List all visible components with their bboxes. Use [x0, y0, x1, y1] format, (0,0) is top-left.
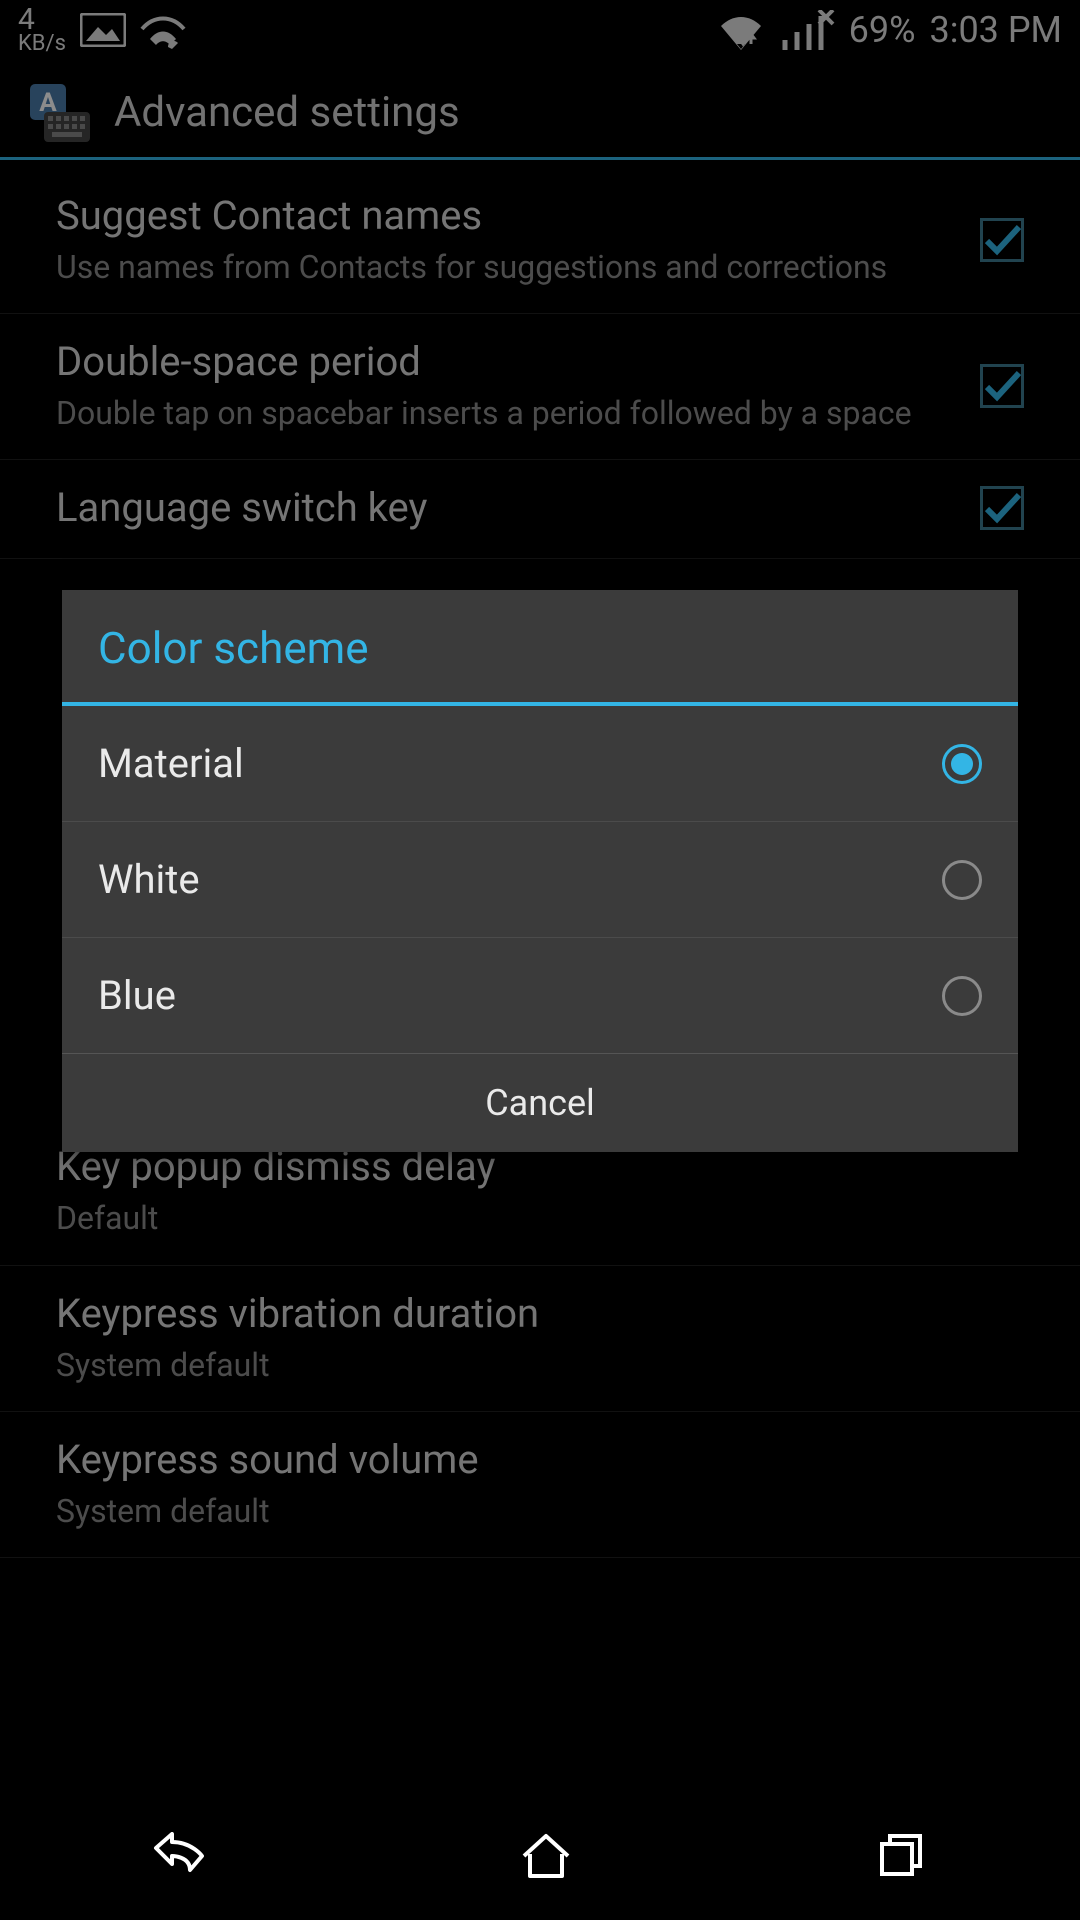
home-button[interactable]	[520, 1832, 572, 1880]
color-scheme-dialog: Color scheme Material White Blue Cancel	[62, 590, 1018, 1152]
option-white[interactable]: White	[62, 822, 1018, 938]
option-label: White	[98, 856, 200, 903]
dialog-options-list: Material White Blue	[62, 706, 1018, 1053]
option-label: Material	[98, 740, 244, 787]
dialog-button-bar: Cancel	[62, 1053, 1018, 1152]
option-blue[interactable]: Blue	[62, 938, 1018, 1053]
dialog-title: Color scheme	[62, 590, 1018, 702]
screen: 4 KB/s	[0, 0, 1080, 1920]
radio-selected-icon	[942, 744, 982, 784]
navigation-bar	[0, 1792, 1080, 1920]
option-label: Blue	[98, 972, 176, 1019]
option-material[interactable]: Material	[62, 706, 1018, 822]
cancel-button[interactable]: Cancel	[62, 1054, 1018, 1152]
recent-apps-button[interactable]	[876, 1832, 928, 1880]
radio-unselected-icon	[942, 860, 982, 900]
back-button[interactable]	[152, 1832, 216, 1880]
radio-unselected-icon	[942, 976, 982, 1016]
